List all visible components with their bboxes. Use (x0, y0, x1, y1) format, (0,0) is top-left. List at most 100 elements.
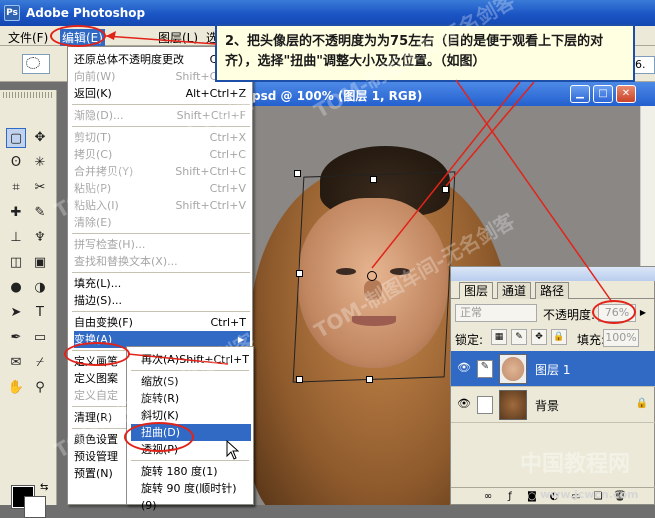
path-select-icon[interactable]: ➤ (6, 303, 26, 323)
notes-icon[interactable]: ✉ (6, 353, 26, 373)
site-logo: 中国教程网 (520, 452, 631, 477)
transform-handle[interactable] (442, 186, 449, 193)
menu-item-label: 还原总体不透明度更改 (74, 53, 184, 66)
zoom-icon[interactable]: ⚲ (30, 378, 50, 398)
move-icon[interactable]: ✥ (30, 128, 50, 148)
opacity-label: 不透明度: (543, 308, 596, 322)
menu-item-shortcut: Shift+Ctrl+V (175, 199, 246, 212)
layer-name: 图层 1 (535, 363, 571, 377)
menu-item-label: 拷贝(C) (74, 148, 113, 161)
eyedropper-icon[interactable]: ⌿ (30, 353, 50, 373)
edit-menu-highlight-ring (50, 25, 106, 47)
type-icon[interactable]: T (30, 303, 50, 323)
swap-colors-icon[interactable]: ⇆ (40, 482, 48, 493)
crop-icon[interactable]: ⌗ (6, 178, 26, 198)
layer-thumbnail (499, 390, 527, 420)
menu-item-label: 自由变换(F) (74, 316, 133, 329)
blend-mode-select[interactable]: 正常 (455, 304, 537, 322)
edit-menu-item: 拼写检查(H)... (74, 236, 250, 253)
menu-separator (131, 460, 249, 461)
gradient-icon[interactable]: ▣ (30, 253, 50, 273)
menu-item-label: 填充(L)... (74, 277, 122, 290)
history-brush-icon[interactable]: ♆ (30, 228, 50, 248)
menu-item-label: 拼写检查(H)... (74, 238, 146, 251)
layer-row-background[interactable]: 👁 背景 🔒 (451, 387, 655, 423)
photoshop-logo-icon: Ps (4, 5, 20, 21)
menu-layer[interactable]: 图层(L) (158, 29, 198, 46)
close-button[interactable]: ✕ (616, 85, 636, 103)
link-layers-icon[interactable]: ∞ (481, 491, 495, 504)
menu-item-label: 向前(W) (74, 70, 116, 83)
mask-icon[interactable]: ◙ (525, 491, 539, 504)
tab-layers[interactable]: 图层 (459, 282, 494, 299)
eye-icon[interactable]: 👁 (457, 397, 471, 411)
edit-menu-item[interactable]: 描边(S)... (74, 292, 250, 309)
layer-row-layer1[interactable]: 👁 ✎ 图层 1 (451, 351, 655, 387)
pen-icon[interactable]: ✒ (6, 328, 26, 348)
lock-position-icon[interactable]: ✥ (531, 329, 547, 345)
transform-handle[interactable] (296, 376, 303, 383)
eraser-icon[interactable]: ◫ (6, 253, 26, 273)
minimize-button[interactable]: ▁ (570, 85, 590, 103)
blur-icon[interactable]: ● (6, 278, 26, 298)
menu-item-shortcut: Ctrl+V (209, 182, 246, 195)
transform-handle[interactable] (370, 176, 377, 183)
menu-item-label: 定义图案 (74, 372, 118, 385)
dodge-icon[interactable]: ◑ (30, 278, 50, 298)
toolbox: ⇆ ▢ ✥ ʘ ✳ ⌗ ✂ ✚ ✎ ⊥ ♆ ◫ ▣ ● ◑ ➤ T ✒ ▭ ✉ ⌿ ✋ ⚲ (0, 90, 57, 518)
lock-label: 锁定: (455, 333, 484, 347)
fill-input[interactable]: 100% (603, 329, 639, 347)
background-color-swatch[interactable] (24, 496, 46, 518)
menu-item-label: 预置(N) (74, 467, 113, 480)
magic-wand-icon[interactable]: ✳ (30, 153, 50, 173)
stamp-icon[interactable]: ⊥ (6, 228, 26, 248)
healing-icon[interactable]: ✚ (6, 203, 26, 223)
marquee-icon[interactable]: ▢ (6, 128, 26, 148)
layer-thumbnail (499, 354, 527, 384)
tab-paths[interactable]: 路径 (535, 282, 570, 299)
edit-menu-item[interactable]: 填充(L)... (74, 275, 250, 292)
transform-item-highlight-ring (64, 342, 130, 366)
lock-transparency-icon[interactable]: ▦ (491, 329, 507, 345)
brush-icon[interactable]: ✎ (477, 360, 493, 378)
panel-title-bar[interactable] (451, 267, 655, 281)
menu-item-label: 查找和替换文本(X)... (74, 255, 178, 268)
edit-menu-item[interactable]: 自由变换(F) Ctrl+T (74, 314, 250, 331)
layers-tabs: 图层 通道 路径 (451, 281, 655, 299)
menu-item-shortcut: Ctrl+C (209, 148, 246, 161)
transform-handle[interactable] (294, 170, 301, 177)
transform-handle[interactable] (366, 376, 373, 383)
transform-submenu-item[interactable]: 旋转 90 度(顺时针)(9) (131, 480, 251, 512)
opacity-slider-arrow-icon[interactable]: ▶ (637, 304, 649, 322)
eye-icon[interactable]: 👁 (457, 361, 471, 375)
app-title-bar: Ps Adobe Photoshop (0, 0, 655, 26)
maximize-button[interactable]: □ (593, 85, 613, 103)
layer-style-icon[interactable]: ƒ (503, 491, 517, 504)
menu-item-shortcut: Shift+Ctrl+C (175, 165, 246, 178)
menu-file[interactable]: 文件(F) (8, 29, 48, 46)
transform-handle[interactable] (296, 270, 303, 277)
menu-item-label: 旋转 180 度(1) (141, 465, 218, 478)
elliptical-marquee-icon (26, 57, 40, 69)
menu-item-label: 剪切(T) (74, 131, 112, 144)
distort-item-highlight-ring (124, 422, 194, 452)
menu-item-label: 描边(S)... (74, 294, 123, 307)
mouse-cursor-icon (226, 440, 240, 460)
brush-icon[interactable]: ✎ (30, 203, 50, 223)
link-slot[interactable] (477, 396, 493, 414)
layer-name: 背景 (535, 399, 560, 413)
menu-item-label: 返回(K) (74, 87, 112, 100)
menu-item-label: 渐隐(D)... (74, 109, 124, 122)
tab-channels[interactable]: 通道 (497, 282, 532, 299)
transform-submenu-item[interactable]: 旋转 180 度(1) (131, 463, 251, 480)
slice-icon[interactable]: ✂ (30, 178, 50, 198)
menu-separator (72, 233, 250, 234)
lock-all-icon[interactable]: 🔒 (551, 329, 567, 345)
toolbox-grip[interactable] (3, 92, 54, 98)
option-field[interactable]: 6. (632, 56, 655, 74)
shape-icon[interactable]: ▭ (30, 328, 50, 348)
fill-label: 填充: (577, 333, 606, 347)
hand-icon[interactable]: ✋ (6, 378, 26, 398)
lasso-icon[interactable]: ʘ (6, 153, 26, 173)
lock-image-icon[interactable]: ✎ (511, 329, 527, 345)
